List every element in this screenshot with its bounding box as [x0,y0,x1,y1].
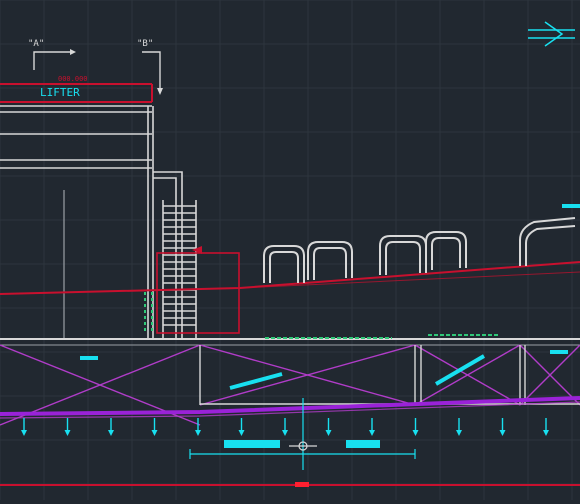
slope-line[interactable] [0,261,580,295]
purple-beam[interactable] [0,396,580,416]
section-label-a: "A" [28,39,44,49]
section-label-b: "B" [137,39,153,49]
cad-viewport[interactable]: "A" "B" 000.000 LIFTER [0,0,580,500]
left-structure[interactable] [0,105,154,340]
green-dashed-runs [265,334,500,339]
cad-drawing[interactable]: "A" "B" 000.000 LIFTER [0,0,580,500]
ground-marker [295,482,309,487]
dim-text-left [224,440,280,448]
support-arrow-icon [21,418,549,436]
lifter-label: LIFTER [40,86,80,99]
section-marker-b[interactable]: "B" [137,39,163,95]
red-equipment-box[interactable] [156,252,240,334]
level-label: 000.000 [58,75,88,83]
dim-text-right [346,440,380,448]
ladder-rungs [163,205,196,326]
arrow-right-icon [528,21,575,47]
